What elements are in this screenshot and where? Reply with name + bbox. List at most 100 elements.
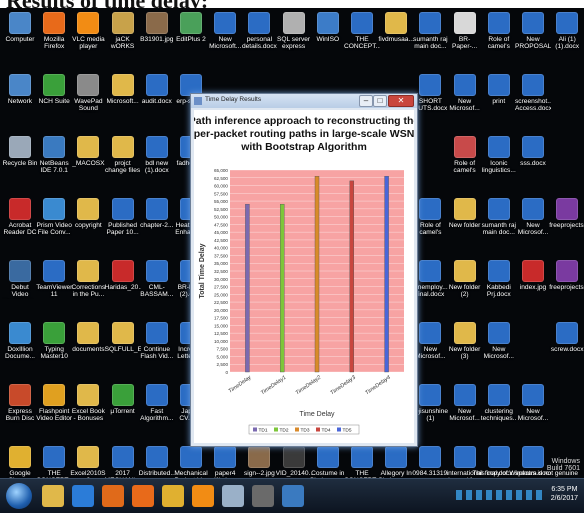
desktop-icon[interactable]: Excel Book - Bonuses [70,384,106,440]
desktop-icon[interactable]: Mechanical Project Li... [173,446,209,478]
desktop-icon[interactable]: New Microsof... [515,198,551,254]
desktop-icon[interactable]: Costume in Shakespear... [310,446,346,478]
desktop-icon[interactable]: Haridas_20... [105,260,141,316]
desktop-icon[interactable]: SQL server express 200... [276,12,312,68]
desktop-icon[interactable]: WinISO [310,12,346,68]
desktop-icon[interactable]: Iconic linguistics... [481,136,517,192]
desktop-icon[interactable]: New Microsof... [447,384,483,440]
desktop-icon[interactable]: Microsoft... [105,74,141,130]
desktop-icon[interactable]: Corrections in the Pu... [70,260,106,316]
desktop-icon[interactable]: VID_20140... [276,446,312,478]
desktop-icon[interactable]: New PROPOSAL... [515,12,551,68]
desktop-icon[interactable]: Distributed... [139,446,175,478]
netbeans-taskbar-icon[interactable] [282,485,304,507]
desktop-icon[interactable]: New Microsoft... [207,12,243,68]
desktop-icon[interactable]: freeprojects... [549,198,584,254]
desktop-icon[interactable]: paper4 (1).docx [207,446,243,478]
desktop-icon[interactable]: SQLFULL_E... [105,322,141,378]
desktop-icon[interactable]: sss.docx [515,136,551,192]
file-icon [453,446,476,468]
desktop-icon[interactable]: Network [2,74,38,130]
desktop-icon[interactable]: Computer [2,12,38,68]
desktop-icon[interactable]: TeamViewer 11 [36,260,72,316]
maximize-button[interactable]: □ [373,95,387,107]
desktop-icon[interactable]: Role of camel's uri... [481,12,517,68]
desktop-icon[interactable]: Recycle Bin [2,136,38,192]
desktop-icon[interactable]: New Microsof... [515,384,551,440]
ie-taskbar-icon[interactable] [72,485,94,507]
desktop-icon[interactable]: Continue Flash Vid... [139,322,175,378]
desktop-icon[interactable]: 2017 MECHANI... [105,446,141,478]
start-button[interactable] [6,483,32,509]
desktop-icon[interactable]: Express Burn Disc Burni... [2,384,38,440]
desktop-icon[interactable]: 0984.31319... [412,446,448,478]
time-delay-results-window[interactable]: Time Delay Results – □ ✕ Path inference … [190,93,418,447]
desktop-icon[interactable]: _MACOSX [70,136,106,192]
desktop-icon[interactable]: NetBeans IDE 7.0.1 [36,136,72,192]
desktop-icon[interactable]: Flashpoint Video Editor [36,384,72,440]
window-titlebar[interactable]: Time Delay Results – □ ✕ [191,94,417,108]
desktop-icon[interactable]: bdl new (1).docx [139,136,175,192]
system-tray[interactable] [456,490,546,500]
desktop-icon[interactable]: B31901.jpg [139,12,175,68]
desktop-icon[interactable]: freeprojects... [549,260,584,316]
desktop-icon[interactable]: sign--2.jpg [241,446,277,478]
windows-explorer-taskbar-icon[interactable] [42,485,64,507]
firefox-taskbar-icon[interactable] [132,485,154,507]
desktop-icon[interactable]: CML-BASSAM... [139,260,175,316]
desktop-icon[interactable]: Prism Video File Conv... [36,198,72,254]
desktop-icon[interactable]: sumanth raj main doc... [412,12,448,68]
desktop-icon[interactable]: clustering techniques... [481,384,517,440]
desktop-icon[interactable]: projct change files [105,136,141,192]
desktop-icon[interactable]: Allegory In Shakespear... [378,446,414,478]
desktop-icon[interactable]: screw.docx [549,322,584,378]
desktop-icon[interactable]: copyright [70,198,106,254]
vlc-taskbar-icon[interactable] [192,485,214,507]
desktop-icon[interactable]: fivdmusaa... [378,12,414,68]
desktop-icon[interactable]: NCH Suite [36,74,72,130]
desktop-icon[interactable]: chapter-2... [139,198,175,254]
minimize-button[interactable]: – [359,95,373,107]
desktop-icon[interactable]: print [481,74,517,130]
desktop-icon[interactable]: µTorrent [105,384,141,440]
desktop-icon[interactable]: audit.docx [139,74,175,130]
desktop-icon[interactable]: DoxIllion Docume... [2,322,38,378]
desktop-icon[interactable]: documents [70,322,106,378]
desktop-icon[interactable]: WavePad Sound Editor [70,74,106,130]
desktop-icon[interactable]: index.jpg [515,260,551,316]
desktop-icon[interactable]: THE CONCEPT... [344,12,380,68]
desktop-icon[interactable]: Typing Master10 [36,322,72,378]
desktop-icon[interactable]: Kabbedi Prj.docx [481,260,517,316]
desktop-icon[interactable]: Ali (1) (1).docx [549,12,584,68]
window-app-taskbar-icon[interactable] [222,485,244,507]
desktop-icon[interactable]: personal details.docx [241,12,277,68]
desktop-icon[interactable]: Acrobat Reader DC [2,198,38,254]
desktop-icon[interactable]: New folder (3) [447,322,483,378]
desktop-icon[interactable]: screenshot... Access.docx [515,74,551,130]
close-button[interactable]: ✕ [388,95,414,107]
desktop-icon[interactable]: BR-Paper-... [447,12,483,68]
clock[interactable]: 6:35 PM 2/6/2017 [551,485,578,503]
media-player-taskbar-icon[interactable] [102,485,124,507]
desktop-icon[interactable]: Fast Algorithm... [139,384,175,440]
desktop-icon[interactable]: New Microsof... [447,74,483,130]
desktop-icon[interactable]: THE CONCEPT... [344,446,380,478]
desktop-icon[interactable]: sumanth raj main doc... [481,198,517,254]
desktop-icon[interactable]: Mozilla Firefox [36,12,72,68]
chrome-taskbar-icon[interactable] [162,485,184,507]
desktop-icon[interactable]: THE CONCEPT... [36,446,72,478]
desktop-icon[interactable]: Role of camel's uri... [447,136,483,192]
desktop-icon-label: TeamViewer 11 [36,284,73,299]
desktop-icon[interactable]: Excel2010SBS 2 [70,446,106,478]
desktop-icon[interactable]: Google Chrome [2,446,38,478]
desktop-icon[interactable]: New folder (2) [447,260,483,316]
desktop-icon[interactable]: jaCK wORKS [105,12,141,68]
desktop-icon[interactable]: EditPlus 2 [173,12,209,68]
java-taskbar-icon[interactable] [252,485,274,507]
desktop-icon[interactable]: Published Paper 10... [105,198,141,254]
desktop-icon[interactable]: New folder [447,198,483,254]
taskbar: 6:35 PM 2/6/2017 [0,478,584,513]
desktop-icon[interactable]: New Microsof... [481,322,517,378]
desktop-icon[interactable]: Debut Video Capture S... [2,260,38,316]
desktop-icon[interactable]: VLC media player [70,12,106,68]
